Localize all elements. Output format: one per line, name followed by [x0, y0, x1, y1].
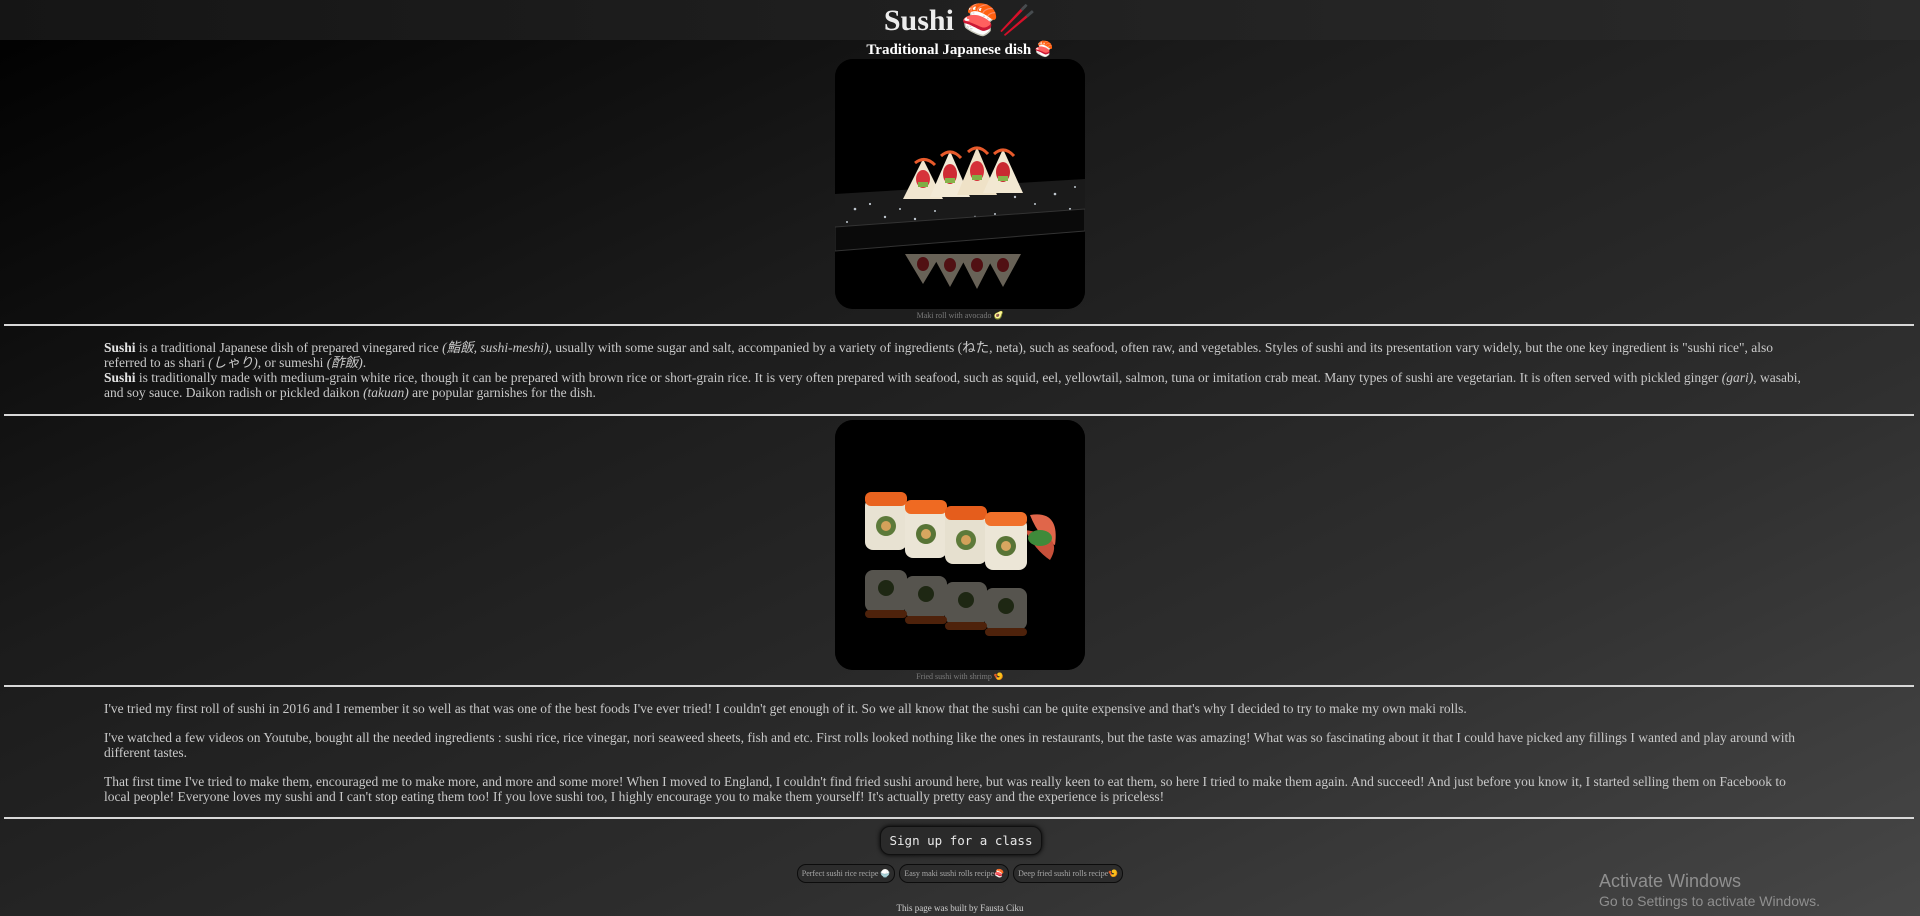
intro-paragraph-2: Sushi is traditionally made with medium-…: [104, 370, 1801, 400]
divider-3: [4, 685, 1914, 687]
maki-avocado-photo: [835, 59, 1085, 309]
divider-2: [4, 414, 1914, 416]
recipe-button-maki-rolls[interactable]: Easy maki sushi rolls recipe🍣: [899, 864, 1010, 883]
story-section: I've tried my first roll of sushi in 201…: [104, 701, 1810, 818]
activation-subtitle: Go to Settings to activate Windows.: [1599, 893, 1820, 909]
activation-title: Activate Windows: [1599, 871, 1742, 891]
intro-paragraph-1: Sushi is a traditional Japanese dish of …: [104, 340, 1773, 370]
recipe-button-fried-rolls[interactable]: Deep fried sushi rolls recipe🍤: [1013, 864, 1124, 883]
fried-sushi-photo: [835, 420, 1085, 670]
divider-4: [4, 817, 1914, 819]
page-title: Sushi 🍣🥢: [883, 4, 1037, 37]
page-subtitle: Traditional Japanese dish 🍣: [866, 42, 1054, 58]
caption-fried-sushi: Fried sushi with shrimp 🍤: [916, 672, 1004, 681]
intro-section: Sushi is a traditional Japanese dish of …: [104, 340, 1810, 400]
sign-up-class-button[interactable]: Sign up for a class: [880, 826, 1042, 855]
windows-activation-watermark: Activate Windows Go to Settings to activ…: [1599, 870, 1820, 910]
caption-maki-avocado: Maki roll with avocado 🥑: [916, 311, 1004, 320]
story-paragraph-2: I've watched a few videos on Youtube, bo…: [104, 730, 1795, 760]
divider-1: [4, 324, 1914, 326]
story-paragraph-3: That first time I've tried to make them,…: [104, 774, 1786, 804]
story-paragraph-1: I've tried my first roll of sushi in 201…: [104, 701, 1467, 716]
recipe-button-sushi-rice[interactable]: Perfect sushi rice recipe 🍚: [796, 864, 896, 883]
